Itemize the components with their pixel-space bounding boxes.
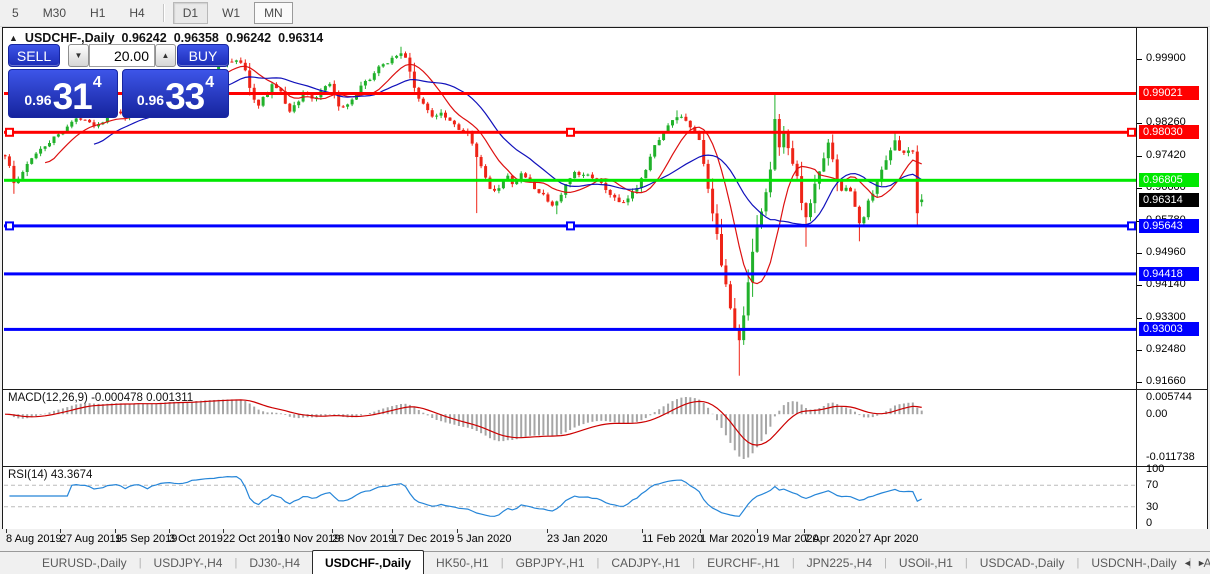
rsi-pane-divider xyxy=(3,466,1207,467)
tab-cadjpy-h1[interactable]: CADJPY-,H1 xyxy=(599,552,692,574)
chevron-up-icon: ▲ xyxy=(162,51,170,60)
hline-price-tag: 0.98030 xyxy=(1139,125,1199,139)
rsi-value: 43.3674 xyxy=(51,469,93,481)
tab-usdcnh-daily[interactable]: USDCNH-,Daily xyxy=(1079,552,1188,574)
ohlc-close: 0.96314 xyxy=(278,31,323,45)
date-label: 3 Oct 2019 xyxy=(169,533,223,545)
tab-usdcad-daily[interactable]: USDCAD-,Daily xyxy=(968,552,1077,574)
sell-price-box[interactable]: 0.96 31 4 xyxy=(8,69,118,118)
chevron-down-icon: ▼ xyxy=(75,51,83,60)
price-tick xyxy=(1137,318,1142,319)
tab-gbpjpy-h1[interactable]: GBPJPY-,H1 xyxy=(504,552,597,574)
timeframe-button-5[interactable]: 5 xyxy=(2,2,29,24)
price-tick-label: 0.91660 xyxy=(1146,375,1186,387)
rsi-axis-label: 30 xyxy=(1146,501,1158,513)
toolbar-separator xyxy=(163,4,165,22)
date-label: 27 Aug 2019 xyxy=(60,533,122,545)
date-label: 17 Dec 2019 xyxy=(392,533,454,545)
rsi-indicator-pane[interactable] xyxy=(4,467,1136,529)
axis-divider xyxy=(1136,28,1137,529)
chart-area: ▲ USDCHF-,Daily 0.96242 0.96358 0.96242 … xyxy=(2,27,1208,531)
hline-price-tag: 0.94418 xyxy=(1139,267,1199,281)
rsi-label: RSI(14) 43.3674 xyxy=(8,469,92,481)
price-tick xyxy=(1137,253,1142,254)
tab-eurusd-daily[interactable]: EURUSD-,Daily xyxy=(30,552,139,574)
price-tick xyxy=(1137,59,1142,60)
date-label: 8 Aug 2019 xyxy=(6,533,62,545)
volume-input[interactable] xyxy=(89,44,155,67)
price-tick xyxy=(1137,156,1142,157)
price-tick-label: 0.92480 xyxy=(1146,343,1186,355)
date-label: 5 Jan 2020 xyxy=(457,533,511,545)
macd-signal-value: 0.001311 xyxy=(146,392,193,404)
date-label: 7 Apr 2020 xyxy=(804,533,857,545)
macd-main-value: -0.000478 xyxy=(91,392,143,404)
macd-label: MACD(12,26,9) -0.000478 0.001311 xyxy=(8,392,193,404)
date-axis: 8 Aug 201927 Aug 201915 Sep 20193 Oct 20… xyxy=(0,529,1210,551)
tab-jpn225-h4[interactable]: JPN225-,H4 xyxy=(795,552,884,574)
chart-ohlc-title: ▲ USDCHF-,Daily 0.96242 0.96358 0.96242 … xyxy=(9,31,323,45)
hline-price-tag: 0.96805 xyxy=(1139,173,1199,187)
date-label: 22 Oct 2019 xyxy=(223,533,283,545)
price-tick xyxy=(1137,382,1142,383)
hline-price-tag: 0.93003 xyxy=(1139,322,1199,336)
sell-price-prefix: 0.96 xyxy=(24,92,51,108)
price-tick-label: 0.97420 xyxy=(1146,149,1186,161)
mt4-window: 5M30H1H4 D1W1MN ▲ USDCHF-,Daily 0.96242 0… xyxy=(0,0,1210,574)
buy-button[interactable]: BUY xyxy=(177,44,229,67)
timeframe-button-h1[interactable]: H1 xyxy=(80,2,115,24)
price-tick-label: 0.99900 xyxy=(1146,52,1186,64)
current-price-tag: 0.96314 xyxy=(1139,193,1199,207)
ohlc-high: 0.96358 xyxy=(174,31,219,45)
macd-axis-max: 0.005744 xyxy=(1146,391,1192,403)
price-tick xyxy=(1137,350,1142,351)
rsi-axis-label: 70 xyxy=(1146,479,1158,491)
hline-price-tag: 0.95643 xyxy=(1139,219,1199,233)
one-click-collapse-icon[interactable]: ▲ xyxy=(9,33,18,43)
date-label: 1 Mar 2020 xyxy=(700,533,756,545)
macd-pane-divider xyxy=(3,389,1207,390)
volume-decrease-button[interactable]: ▼ xyxy=(68,44,89,67)
buy-price-pips: 33 xyxy=(165,81,204,112)
hline-price-tag: 0.99021 xyxy=(1139,86,1199,100)
tab-scroll-right-icon[interactable]: ► xyxy=(1197,558,1206,568)
price-tick xyxy=(1137,188,1142,189)
buy-price-point: 4 xyxy=(205,74,214,92)
macd-axis-zero: 0.00 xyxy=(1146,408,1167,420)
tab-scroll-left-icon[interactable]: ◄ xyxy=(1183,558,1192,568)
macd-axis-min: -0.011738 xyxy=(1146,451,1195,463)
one-click-trade-panel: SELL ▼ ▲ BUY 0.96 31 4 0.96 33 4 xyxy=(8,44,230,120)
rsi-axis-label: 0 xyxy=(1146,517,1152,529)
date-label: 23 Jan 2020 xyxy=(547,533,608,545)
tab-dj30-h4[interactable]: DJ30-,H4 xyxy=(237,552,312,574)
ohlc-low: 0.96242 xyxy=(226,31,271,45)
timeframe-button-m30[interactable]: M30 xyxy=(33,2,76,24)
timeframe-button-d1[interactable]: D1 xyxy=(173,2,208,24)
tab-hk50-h1[interactable]: HK50-,H1 xyxy=(424,552,501,574)
timeframe-button-h4[interactable]: H4 xyxy=(119,2,154,24)
price-tick xyxy=(1137,285,1142,286)
date-label: 11 Feb 2020 xyxy=(642,533,703,545)
chart-tab-bar: EURUSD-,Daily|USDJPY-,H4|DJ30-,H4USDCHF-… xyxy=(0,551,1210,574)
volume-increase-button[interactable]: ▲ xyxy=(155,44,176,67)
tab-usdjpy-h4[interactable]: USDJPY-,H4 xyxy=(142,552,235,574)
buy-price-box[interactable]: 0.96 33 4 xyxy=(122,69,229,118)
tab-usdchf-daily[interactable]: USDCHF-,Daily xyxy=(312,550,424,574)
price-tick xyxy=(1137,123,1142,124)
sell-button[interactable]: SELL xyxy=(8,44,60,67)
tab-eurchf-h1[interactable]: EURCHF-,H1 xyxy=(695,552,792,574)
date-label: 27 Apr 2020 xyxy=(859,533,918,545)
symbol-period-label: USDCHF-,Daily xyxy=(25,31,115,45)
timeframe-button-w1[interactable]: W1 xyxy=(212,2,250,24)
sell-price-pips: 31 xyxy=(53,81,92,112)
rsi-axis-label: 100 xyxy=(1146,463,1164,475)
date-label: 28 Nov 2019 xyxy=(332,533,394,545)
ohlc-open: 0.96242 xyxy=(122,31,167,45)
price-tick-label: 0.94960 xyxy=(1146,246,1186,258)
timeframe-toolbar: 5M30H1H4 D1W1MN xyxy=(0,0,1210,27)
tab-usoil-h1[interactable]: USOil-,H1 xyxy=(887,552,965,574)
timeframe-button-mn[interactable]: MN xyxy=(254,2,293,24)
buy-price-prefix: 0.96 xyxy=(137,92,164,108)
sell-price-point: 4 xyxy=(93,74,102,92)
